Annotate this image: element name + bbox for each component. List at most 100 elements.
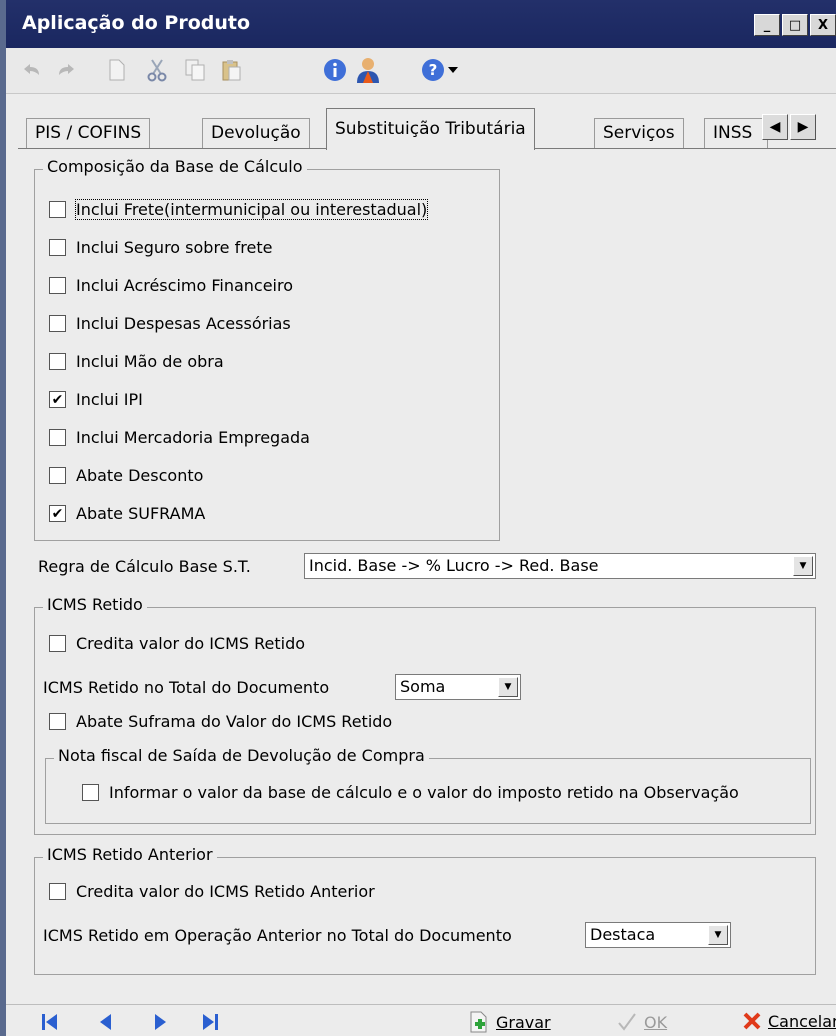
icms-retido-group: ICMS Retido Credita valor do ICMS Retido… — [34, 595, 816, 835]
previous-record-icon[interactable] — [94, 1011, 118, 1033]
window-controls: _ □ X — [754, 14, 836, 36]
checkbox-box — [49, 353, 66, 370]
user-icon[interactable] — [354, 57, 380, 83]
credita-icms-retido-checkbox[interactable]: Credita valor do ICMS Retido — [49, 634, 305, 653]
undo-icon[interactable] — [18, 57, 44, 83]
checkbox-box — [49, 239, 66, 256]
icms-retido-legend: ICMS Retido — [43, 595, 147, 614]
checkbox-box: ✔ — [49, 391, 66, 408]
close-button[interactable]: X — [810, 14, 836, 36]
icms-anterior-total-label: ICMS Retido em Operação Anterior no Tota… — [43, 926, 512, 945]
gravar-button[interactable]: Gravar — [468, 1011, 551, 1033]
save-doc-icon — [470, 1011, 487, 1033]
ok-label: OK — [644, 1012, 668, 1032]
informar-valor-checkbox[interactable]: Informar o valor da base de cálculo e o … — [82, 783, 739, 802]
cancelar-button[interactable]: Cancelar — [742, 1011, 836, 1031]
nota-fiscal-legend: Nota fiscal de Saída de Devolução de Com… — [54, 746, 429, 765]
tab-devolucao[interactable]: Devolução — [202, 118, 310, 148]
icms-anterior-group: ICMS Retido Anterior Credita valor do IC… — [34, 845, 816, 975]
checkbox-label: Inclui Mão de obra — [76, 352, 224, 371]
title-bar: Aplicação do Produto _ □ X — [6, 0, 836, 48]
abate-suframa-icms-checkbox[interactable]: Abate Suframa do Valor do ICMS Retido — [49, 712, 392, 731]
tab-servicos[interactable]: Serviços — [594, 118, 684, 148]
icms-anterior-total-select[interactable]: Destaca ▼ — [585, 922, 731, 948]
tab-panel: Composição da Base de Cálculo Inclui Fre… — [18, 148, 836, 988]
checkbox-label: Inclui Mercadoria Empregada — [76, 428, 310, 447]
bottom-bar: Gravar OK Cancelar — [6, 1004, 836, 1036]
checkbox-box — [49, 277, 66, 294]
checkbox-box — [49, 883, 66, 900]
toolbar: ? — [6, 48, 836, 94]
tab-substituicao-tributaria[interactable]: Substituição Tributária — [326, 108, 535, 150]
dropdown-arrow-icon[interactable] — [444, 57, 462, 83]
chevron-down-icon[interactable]: ▼ — [498, 677, 518, 697]
paste-icon[interactable] — [218, 57, 244, 83]
icms-retido-total-value: Soma — [400, 677, 446, 696]
checkbox-label: Inclui Frete(intermunicipal ou interesta… — [74, 199, 429, 220]
icms-anterior-total-value: Destaca — [590, 925, 656, 944]
window-title: Aplicação do Produto — [22, 12, 251, 34]
inclui-ipi-checkbox[interactable]: ✔ Inclui IPI — [49, 390, 143, 409]
nota-fiscal-group: Nota fiscal de Saída de Devolução de Com… — [45, 746, 811, 824]
chevron-down-icon[interactable]: ▼ — [793, 556, 813, 576]
abate-suframa-checkbox[interactable]: ✔ Abate SUFRAMA — [49, 504, 205, 523]
checkbox-box — [49, 315, 66, 332]
chevron-down-icon[interactable]: ▼ — [708, 925, 728, 945]
triangle-left-icon: ◀ — [769, 119, 781, 135]
checkbox-box — [49, 467, 66, 484]
checkbox-label: Abate Desconto — [76, 466, 204, 485]
checkbox-box — [49, 713, 66, 730]
base-calculo-legend: Composição da Base de Cálculo — [43, 157, 307, 176]
icms-retido-total-select[interactable]: Soma ▼ — [395, 674, 521, 700]
checkbox-label: Inclui Despesas Acessórias — [76, 314, 291, 333]
checkbox-box — [49, 201, 66, 218]
tab-inss[interactable]: INSS — [704, 118, 768, 148]
icms-anterior-legend: ICMS Retido Anterior — [43, 845, 217, 864]
regra-calculo-select[interactable]: Incid. Base -> % Lucro -> Red. Base ▼ — [304, 553, 816, 579]
tab-scroll-right-button[interactable]: ▶ — [790, 114, 816, 140]
checkbox-box — [82, 784, 99, 801]
checkbox-label: Abate Suframa do Valor do ICMS Retido — [76, 712, 393, 731]
checkbox-label: Credita valor do ICMS Retido — [76, 634, 306, 653]
help-icon[interactable]: ? — [420, 57, 446, 83]
icms-retido-total-label: ICMS Retido no Total do Documento — [43, 678, 330, 697]
inclui-acrescimo-checkbox[interactable]: Inclui Acréscimo Financeiro — [49, 276, 293, 295]
tab-scroll-left-button[interactable]: ◀ — [762, 114, 788, 140]
checkbox-label: Inclui Acréscimo Financeiro — [76, 276, 294, 295]
cancel-x-icon — [743, 1012, 761, 1030]
checkbox-box — [49, 429, 66, 446]
ok-button[interactable]: OK — [616, 1011, 667, 1033]
regra-calculo-label: Regra de Cálculo Base S.T. — [38, 557, 251, 576]
checkbox-label: Abate SUFRAMA — [76, 504, 206, 523]
last-record-icon[interactable] — [198, 1011, 222, 1033]
gravar-label: Gravar — [496, 1012, 551, 1032]
new-doc-icon[interactable] — [104, 57, 130, 83]
inclui-mercadoria-checkbox[interactable]: Inclui Mercadoria Empregada — [49, 428, 310, 447]
application-window: Aplicação do Produto _ □ X ? PIS / COFIN… — [0, 0, 836, 1036]
credita-icms-anterior-checkbox[interactable]: Credita valor do ICMS Retido Anterior — [49, 882, 375, 901]
svg-text:?: ? — [429, 61, 438, 79]
checkbox-label: Informar o valor da base de cálculo e o … — [109, 783, 739, 802]
checkbox-label: Inclui IPI — [76, 390, 143, 409]
first-record-icon[interactable] — [38, 1011, 62, 1033]
abate-desconto-checkbox[interactable]: Abate Desconto — [49, 466, 203, 485]
checkmark-icon — [618, 1013, 636, 1031]
inclui-seguro-checkbox[interactable]: Inclui Seguro sobre frete — [49, 238, 272, 257]
checkbox-box — [49, 635, 66, 652]
cancelar-label: Cancelar — [768, 1011, 836, 1031]
checkbox-box: ✔ — [49, 505, 66, 522]
minimize-button[interactable]: _ — [754, 14, 780, 36]
inclui-mao-de-obra-checkbox[interactable]: Inclui Mão de obra — [49, 352, 224, 371]
regra-calculo-value: Incid. Base -> % Lucro -> Red. Base — [309, 556, 599, 575]
inclui-despesas-checkbox[interactable]: Inclui Despesas Acessórias — [49, 314, 291, 333]
cut-icon[interactable] — [144, 57, 170, 83]
copy-icon[interactable] — [182, 57, 208, 83]
inclui-frete-checkbox[interactable]: Inclui Frete(intermunicipal ou interesta… — [49, 199, 429, 220]
checkbox-label: Inclui Seguro sobre frete — [76, 238, 273, 257]
triangle-right-icon: ▶ — [797, 119, 809, 135]
maximize-button[interactable]: □ — [782, 14, 808, 36]
info-icon[interactable] — [322, 57, 348, 83]
tab-pis-cofins[interactable]: PIS / COFINS — [26, 118, 151, 148]
next-record-icon[interactable] — [148, 1011, 172, 1033]
redo-icon[interactable] — [54, 57, 80, 83]
